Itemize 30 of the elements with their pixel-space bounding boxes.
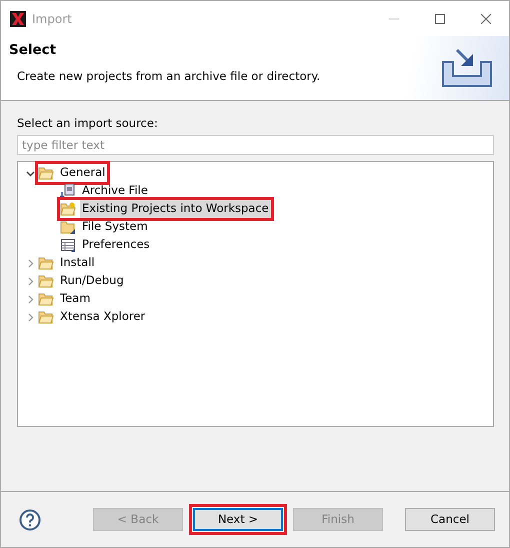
dialog-button[interactable]: Cancel (405, 508, 495, 531)
tree-item[interactable]: Archive File (80, 182, 150, 200)
filter-field[interactable]: type filter text (17, 135, 494, 155)
dialog-button[interactable]: Next > (193, 508, 283, 531)
tree-item[interactable]: Run/Debug (58, 272, 126, 290)
help-icon[interactable] (19, 508, 41, 530)
project-folder-icon (60, 201, 76, 217)
preferences-icon (60, 237, 76, 253)
folder-icon (38, 165, 54, 181)
close-icon[interactable] (481, 14, 491, 24)
archive-icon (60, 183, 76, 199)
folder-icon (38, 273, 54, 289)
folder-icon (38, 309, 54, 325)
tree-item[interactable]: Xtensa Xplorer (58, 308, 148, 326)
folder-icon (60, 219, 76, 235)
window-title: Import (32, 10, 72, 28)
folder-icon (38, 291, 54, 307)
source-label: Select an import source: (17, 114, 159, 132)
tree-item[interactable]: General (58, 164, 108, 182)
tree-item[interactable]: Existing Projects into Workspace (80, 200, 271, 218)
tree-item[interactable]: Preferences (80, 236, 152, 254)
import-icon (441, 48, 493, 88)
app-logo-icon (10, 10, 26, 26)
maximize-icon[interactable] (435, 14, 445, 24)
tree-item[interactable]: Install (58, 254, 97, 272)
tree-item[interactable]: File System (80, 218, 150, 236)
folder-icon (38, 255, 54, 271)
page-description: Create new projects from an archive file or directory. (16, 68, 322, 86)
tree-item[interactable]: Team (58, 290, 92, 308)
page-title: Select (9, 41, 58, 60)
